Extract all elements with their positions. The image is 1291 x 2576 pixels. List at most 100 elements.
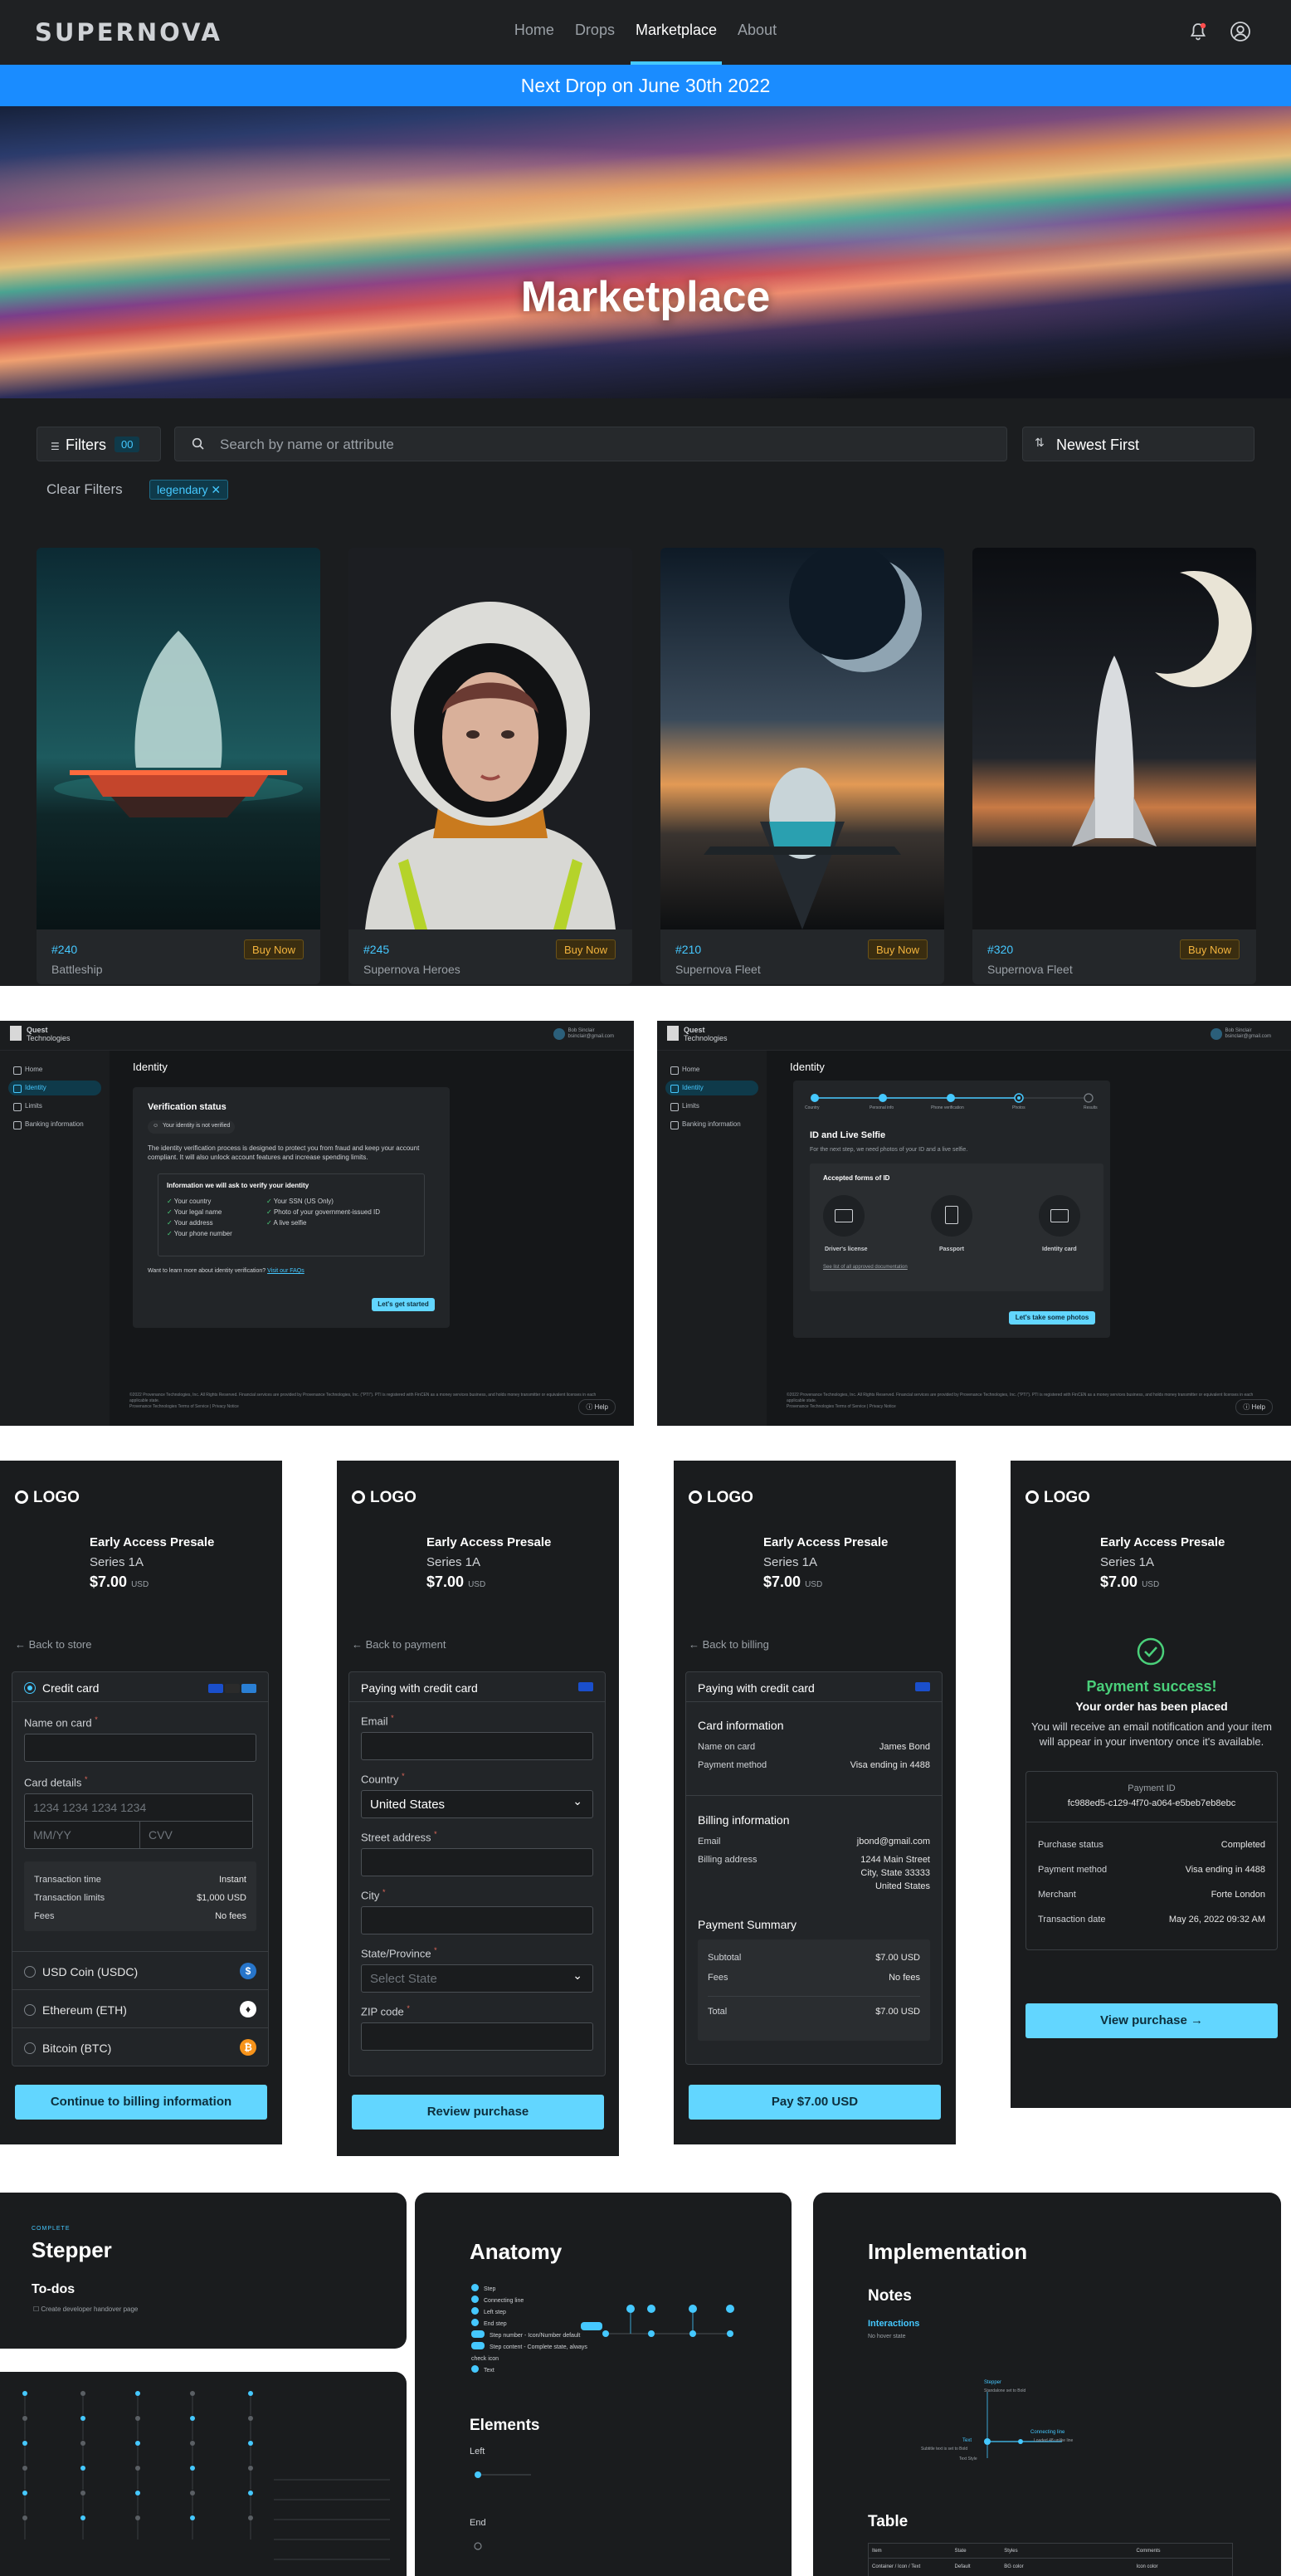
doc-title: Stepper xyxy=(32,2237,112,2262)
notes-title: Notes xyxy=(868,2287,912,2305)
info-row: Subtotal $7.00 USD xyxy=(708,1953,920,1963)
buy-now-button[interactable]: Buy Now xyxy=(555,939,616,959)
product-title: Early Access Presale xyxy=(90,1535,215,1549)
billing-info-title: Billing information xyxy=(698,1813,790,1827)
sort-label: Newest First xyxy=(1056,437,1140,453)
accepted-ids-box: Accepted forms of ID Driver's license Pa… xyxy=(810,1164,1103,1291)
nav-about[interactable]: About xyxy=(738,22,777,65)
filters-count-badge: 00 xyxy=(114,437,140,452)
sidebar-item-limits[interactable]: Limits xyxy=(665,1099,758,1114)
help-button[interactable]: ⓘ Help xyxy=(578,1399,616,1415)
name-on-card-input[interactable] xyxy=(24,1734,256,1762)
pay-button[interactable]: Pay $7.00 USD xyxy=(689,2085,941,2120)
city-input[interactable] xyxy=(361,1906,593,1934)
sidebar-item-home[interactable]: Home xyxy=(8,1062,101,1077)
status-title: Verification status xyxy=(148,1102,227,1112)
continue-billing-button[interactable]: Continue to billing information xyxy=(15,2085,267,2120)
radio[interactable] xyxy=(24,1966,36,1978)
radio[interactable] xyxy=(24,2042,36,2054)
fleet-artwork xyxy=(660,548,944,929)
sidebar-item-identity[interactable]: Identity xyxy=(8,1081,101,1095)
payment-method-header: Paying with credit card xyxy=(349,1672,605,1702)
street-input[interactable] xyxy=(361,1848,593,1876)
sidebar-item-identity[interactable]: Identity xyxy=(665,1081,758,1095)
anatomy-diagram xyxy=(581,2305,734,2337)
nft-card[interactable]: #210 Supernova Fleet Buy Now xyxy=(660,548,944,984)
eth-option[interactable]: Ethereum (ETH) ♦ xyxy=(12,1989,268,2027)
credit-card-option[interactable]: Credit card xyxy=(12,1672,268,1702)
variant-step-dot xyxy=(190,2441,195,2446)
identity-card-icon xyxy=(1039,1195,1080,1237)
buy-now-button[interactable]: Buy Now xyxy=(1179,939,1240,959)
search-input[interactable]: Search by name or attribute xyxy=(174,427,1007,461)
faq-link[interactable]: Visit our FAQs xyxy=(267,1268,304,1274)
get-started-button[interactable]: Let's get started xyxy=(372,1298,435,1311)
filters-button[interactable]: ☰ Filters 00 xyxy=(37,427,161,461)
section-title: ID and Live Selfie xyxy=(810,1130,886,1140)
clear-filters-link[interactable]: Clear Filters xyxy=(46,481,123,498)
sidebar-item-banking[interactable]: Banking information xyxy=(8,1117,101,1132)
filters-label: Filters xyxy=(66,437,106,453)
top-navigation: SUPERNOVA Home Drops Marketplace About xyxy=(0,0,1291,65)
card-number-input[interactable]: 1234 1234 1234 1234 xyxy=(24,1793,253,1822)
email-input[interactable] xyxy=(361,1732,593,1760)
info-row: Purchase status Completed xyxy=(1038,1840,1265,1850)
diagram-label: Connecting line xyxy=(1030,2430,1065,2435)
filters-icon: ☰ xyxy=(51,441,60,452)
sidebar-item-banking[interactable]: Banking information xyxy=(665,1117,758,1132)
progress-stepper xyxy=(811,1093,1094,1103)
filter-chip-legendary[interactable]: legendary ✕ xyxy=(149,480,229,500)
variant-step-dot xyxy=(135,2491,140,2496)
variant-step-dot xyxy=(135,2441,140,2446)
radio-selected[interactable] xyxy=(24,1682,36,1694)
logo: LOGO xyxy=(1025,1489,1090,1507)
visa-icon xyxy=(915,1682,930,1691)
order-placed-text: Your order has been placed xyxy=(1075,1700,1228,1713)
user-menu[interactable]: Bob Sinclair bsinclair@gmail.com xyxy=(553,1028,614,1040)
user-menu[interactable]: Bob Sinclair bsinclair@gmail.com xyxy=(1210,1028,1271,1040)
nav-drops[interactable]: Drops xyxy=(575,22,615,65)
user-avatar-icon[interactable] xyxy=(1230,21,1251,42)
footer-links[interactable]: Provenance Technologies Terms of Service… xyxy=(129,1404,239,1409)
product-title: Early Access Presale xyxy=(426,1535,552,1549)
radio[interactable] xyxy=(24,2004,36,2016)
close-icon[interactable]: ✕ xyxy=(211,483,221,496)
expiry-input[interactable]: MM/YY xyxy=(24,1821,140,1849)
buy-now-button[interactable]: Buy Now xyxy=(243,939,304,959)
info-box: Information we will ask to verify your i… xyxy=(158,1173,425,1256)
buy-now-button[interactable]: Buy Now xyxy=(867,939,928,959)
help-button[interactable]: ⓘ Help xyxy=(1235,1399,1273,1415)
arrow-right-icon: → xyxy=(1190,2013,1203,2027)
sidebar-item-limits[interactable]: Limits xyxy=(8,1099,101,1114)
view-purchase-button[interactable]: View purchase → xyxy=(1025,2003,1278,2038)
app-brand: Quest Technologies xyxy=(27,1026,71,1042)
footer-links[interactable]: Provenance Technologies Terms of Service… xyxy=(787,1404,896,1409)
sidebar-item-home[interactable]: Home xyxy=(665,1062,758,1077)
nft-card[interactable]: #320 Supernova Fleet Buy Now xyxy=(972,548,1256,984)
take-photos-button[interactable]: Let's take some photos xyxy=(1009,1311,1095,1325)
zip-input[interactable] xyxy=(361,2022,593,2051)
product-price: $7.00 USD xyxy=(426,1573,486,1590)
back-link[interactable]: ← Back to billing xyxy=(689,1638,769,1651)
variant-step-dot xyxy=(22,2391,27,2396)
back-link[interactable]: ← Back to payment xyxy=(352,1638,446,1651)
page-title: Identity xyxy=(133,1061,168,1073)
back-link[interactable]: ← Back to store xyxy=(15,1638,92,1651)
nft-card[interactable]: #245 Supernova Heroes Buy Now xyxy=(348,548,632,984)
usdc-option[interactable]: USD Coin (USDC) $ xyxy=(12,1951,268,1989)
state-select[interactable]: Select State xyxy=(361,1964,593,1993)
btc-option[interactable]: Bitcoin (BTC) ₿ xyxy=(12,2027,268,2066)
approved-docs-link[interactable]: See list of all approved documentation xyxy=(823,1263,908,1272)
bell-icon[interactable] xyxy=(1188,22,1208,41)
next-drop-banner: Next Drop on June 30th 2022 xyxy=(0,65,1291,106)
nft-card[interactable]: #240 Battleship Buy Now xyxy=(37,548,320,984)
review-purchase-button[interactable]: Review purchase xyxy=(352,2095,604,2130)
todo-item[interactable]: ☐ Create developer handover page xyxy=(33,2305,138,2313)
nav-marketplace[interactable]: Marketplace xyxy=(630,22,723,65)
card-id: #320 xyxy=(987,943,1014,956)
nav-home[interactable]: Home xyxy=(514,22,554,65)
country-select[interactable]: United States xyxy=(361,1790,593,1818)
doc-label: Identity card xyxy=(1042,1247,1077,1252)
sort-dropdown[interactable]: ⇅ Newest First xyxy=(1022,427,1254,461)
cvv-input[interactable]: CVV xyxy=(139,1821,253,1849)
